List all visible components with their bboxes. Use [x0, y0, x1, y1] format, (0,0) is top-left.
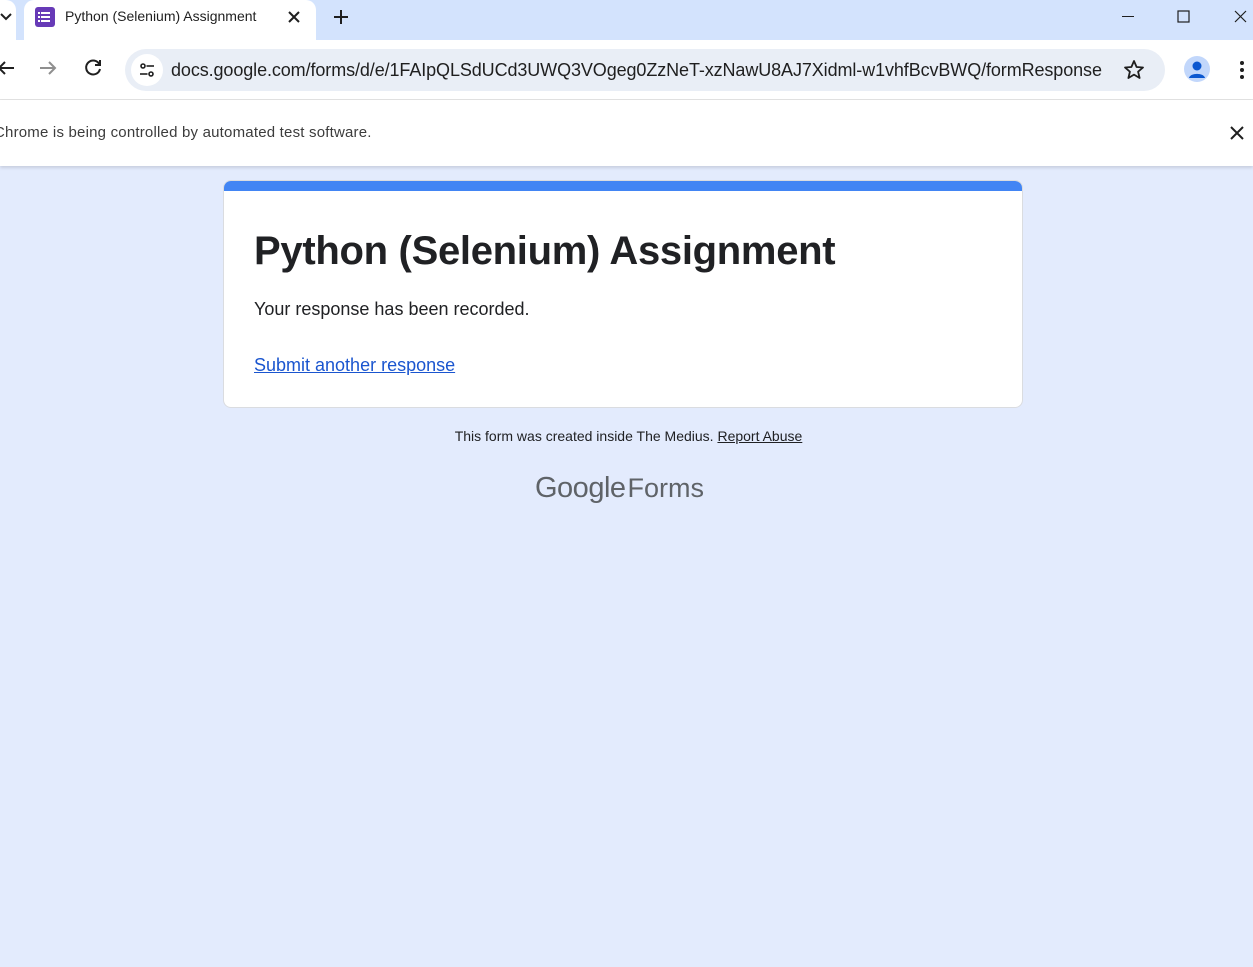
automation-infobar: Chrome is being controlled by automated …: [0, 100, 1253, 166]
card-accent-bar: [224, 181, 1022, 191]
form-footer-note: This form was created inside The Medius.…: [0, 428, 1253, 444]
footer-note-text: This form was created inside The Medius.: [454, 428, 714, 444]
more-menu-icon[interactable]: [1234, 58, 1250, 82]
new-tab-button[interactable]: [330, 6, 352, 28]
forward-arrow-icon[interactable]: [36, 56, 60, 80]
tab-title: Python (Selenium) Assignment: [65, 8, 257, 24]
brand-forms: Forms: [627, 473, 705, 503]
close-icon[interactable]: [1228, 124, 1246, 142]
maximize-icon[interactable]: [1160, 0, 1206, 34]
site-info-button[interactable]: [131, 54, 163, 86]
form-response-card: Python (Selenium) Assignment Your respon…: [223, 180, 1023, 408]
confirmation-message: Your response has been recorded.: [254, 299, 530, 319]
reload-icon[interactable]: [81, 56, 105, 80]
person-icon: [1189, 61, 1205, 78]
form-title: Python (Selenium) Assignment: [254, 229, 836, 273]
address-bar[interactable]: docs.google.com/forms/d/e/1FAIpQLSdUCd3U…: [125, 49, 1165, 91]
tab-search-button[interactable]: [0, 0, 16, 40]
brand-google: Google: [535, 472, 626, 504]
browser-tab-active[interactable]: Python (Selenium) Assignment: [24, 0, 316, 41]
window-close-icon[interactable]: [1216, 0, 1253, 34]
google-forms-logo[interactable]: GoogleForms: [535, 472, 704, 505]
url-text[interactable]: docs.google.com/forms/d/e/1FAIpQLSdUCd3U…: [171, 60, 1102, 81]
tune-icon: [140, 63, 154, 77]
submit-another-response-link[interactable]: Submit another response: [254, 355, 455, 376]
tab-strip: Python (Selenium) Assignment: [0, 0, 1253, 41]
back-arrow-icon[interactable]: [0, 56, 18, 80]
report-abuse-link[interactable]: Report Abuse: [717, 428, 802, 444]
chevron-down-icon: [0, 13, 12, 21]
profile-avatar[interactable]: [1184, 56, 1210, 82]
infobar-message: Chrome is being controlled by automated …: [0, 124, 372, 141]
minimize-icon[interactable]: [1104, 0, 1150, 34]
bookmark-star-icon[interactable]: [1122, 58, 1146, 82]
browser-toolbar: docs.google.com/forms/d/e/1FAIpQLSdUCd3U…: [0, 40, 1253, 100]
google-forms-icon: [35, 7, 55, 27]
close-icon[interactable]: [286, 9, 302, 25]
